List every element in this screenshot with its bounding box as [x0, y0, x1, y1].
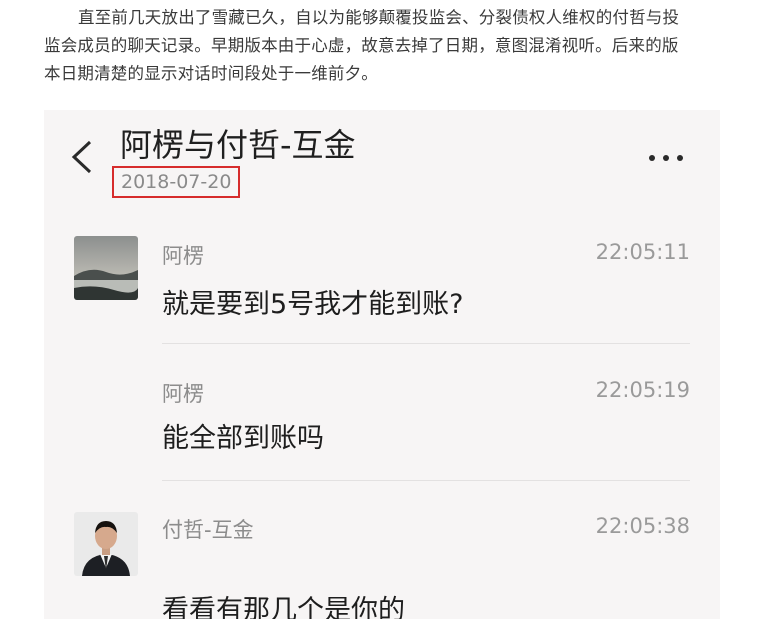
message-sender: 阿楞 [162, 244, 204, 268]
page: 直至前几天放出了雪藏已久，自以为能够颠覆投监会、分裂债权人维权的付哲与投 监会成… [0, 0, 764, 619]
message-divider [162, 343, 690, 344]
chat-screenshot: 阿楞与付哲-互金 2018-07-20 阿楞 22:05:11 就是要到5号我才… [44, 110, 720, 619]
message-text: 看看有那几个是你的 [162, 595, 405, 619]
chat-date-highlighted: 2018-07-20 [112, 166, 241, 198]
intro-line-3: 本日期清楚的显示对话时间段处于一维前夕。 [44, 64, 378, 83]
intro-line-2: 监会成员的聊天记录。早期版本由于心虚，故意去掉了日期，意图混淆视听。后来的版 [44, 36, 679, 55]
message-time: 22:05:38 [595, 514, 690, 538]
message-text: 就是要到5号我才能到账? [162, 289, 464, 320]
message-sender: 阿楞 [162, 382, 204, 406]
intro-paragraph: 直至前几天放出了雪藏已久，自以为能够颠覆投监会、分裂债权人维权的付哲与投 监会成… [44, 4, 734, 88]
message-time: 22:05:19 [595, 378, 690, 402]
message-divider [162, 480, 690, 481]
intro-line-1: 直至前几天放出了雪藏已久，自以为能够颠覆投监会、分裂债权人维权的付哲与投 [78, 8, 680, 27]
message-text: 能全部到账吗 [162, 423, 324, 454]
landscape-avatar[interactable] [74, 236, 138, 300]
chevron-left-icon[interactable] [68, 140, 98, 174]
chat-title: 阿楞与付哲-互金 [120, 126, 356, 164]
message-time: 22:05:11 [595, 240, 690, 264]
message-sender: 付哲-互金 [162, 518, 254, 542]
more-horizontal-icon[interactable] [646, 152, 686, 164]
person-avatar[interactable] [74, 512, 138, 576]
